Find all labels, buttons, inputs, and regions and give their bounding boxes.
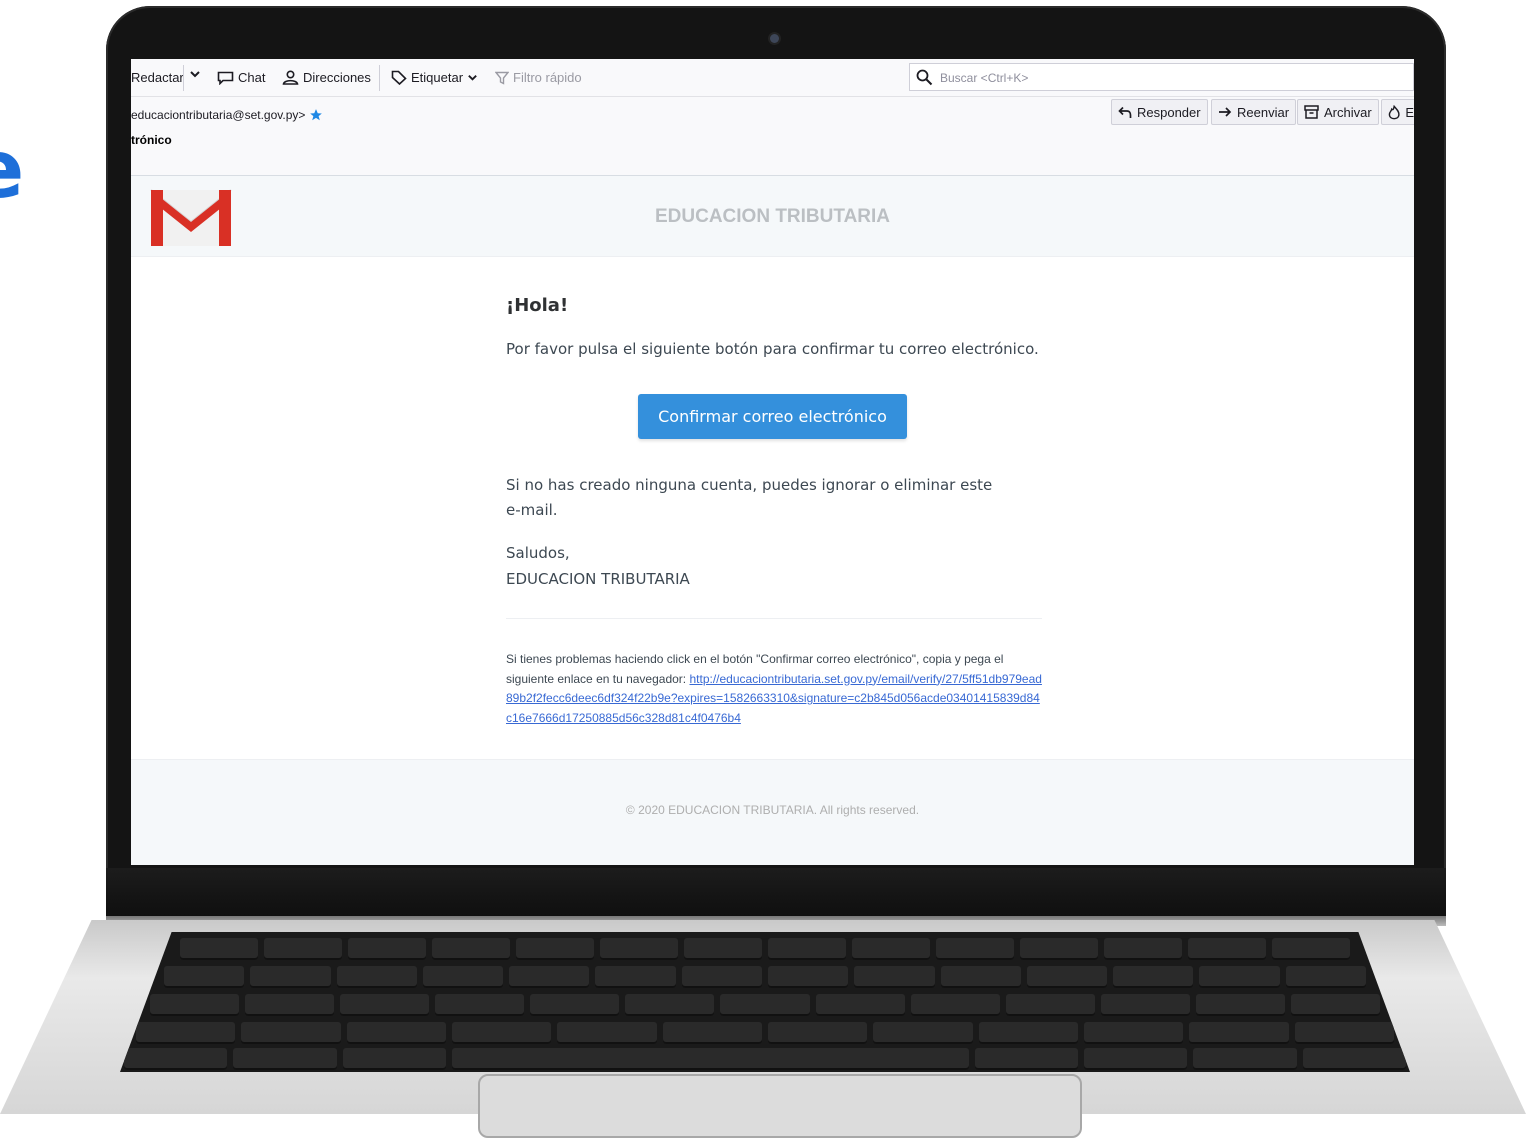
archive-label: Archivar (1324, 104, 1372, 120)
junk-button[interactable]: E (1381, 99, 1414, 125)
archive-button[interactable]: Archivar (1297, 99, 1379, 125)
search-placeholder: Buscar <Ctrl+K> (940, 71, 1029, 85)
laptop-screen: Redactar Chat Direcciones Etiquetar Filt… (131, 59, 1414, 865)
quick-filter-label: Filtro rápido (513, 70, 582, 85)
email-footer: © 2020 EDUCACION TRIBUTARIA. All rights … (131, 759, 1414, 865)
address-book-label: Direcciones (303, 70, 371, 85)
quick-filter-button[interactable]: Filtro rápido (495, 70, 582, 85)
message-subject: trónico (131, 133, 172, 147)
chat-button[interactable]: Chat (217, 70, 265, 85)
confirm-email-label: Confirmar correo electrónico (658, 407, 887, 426)
forward-label: Reenviar (1237, 104, 1290, 120)
intro-text: Por favor pulsa el siguiente botón para … (506, 340, 1039, 358)
compose-button[interactable]: Redactar (131, 70, 184, 85)
toolbar-separator (379, 65, 380, 91)
chat-icon (217, 71, 234, 85)
greeting: ¡Hola! (506, 295, 569, 316)
forward-button[interactable]: Reenviar (1211, 99, 1297, 125)
junk-label: E (1405, 104, 1414, 120)
star-icon[interactable] (309, 108, 323, 122)
mail-toolbar: Redactar Chat Direcciones Etiquetar Filt… (131, 59, 1414, 97)
sender-address: educaciontributaria@set.gov.py> (131, 108, 306, 122)
tag-label: Etiquetar (411, 70, 464, 85)
chat-label: Chat (238, 70, 266, 85)
forward-icon (1219, 107, 1232, 117)
compose-dropdown[interactable] (189, 68, 201, 80)
reply-label: Responder (1137, 104, 1201, 120)
compose-label: Redactar (131, 70, 184, 85)
sender[interactable]: educaciontributaria@set.gov.py> (131, 108, 323, 122)
keyboard (120, 932, 1410, 1072)
search-input[interactable]: Buscar <Ctrl+K> (909, 63, 1414, 91)
regards-text: Saludos, (506, 544, 570, 562)
chevron-down-icon (190, 71, 200, 78)
toolbar-separator (183, 65, 184, 91)
flame-icon (1388, 104, 1400, 119)
filter-icon (495, 71, 509, 85)
webcam (770, 34, 779, 43)
tag-button[interactable]: Etiquetar (391, 70, 478, 85)
cropped-letter: e (0, 130, 24, 210)
address-book-button[interactable]: Direcciones (282, 70, 371, 85)
reply-button[interactable]: Responder (1111, 99, 1208, 125)
tag-icon (391, 70, 407, 85)
reply-icon (1118, 106, 1132, 118)
ignore-note: Si no has creado ninguna cuenta, puedes … (506, 476, 993, 519)
chevron-down-icon (468, 75, 477, 81)
email-body: ¡Hola! Por favor pulsa el siguiente botó… (506, 295, 1042, 725)
subcopy: Si tienes problemas haciendo click en el… (506, 650, 1042, 728)
archive-icon (1304, 105, 1319, 119)
laptop-bezel-bottom (106, 868, 1446, 920)
search-icon (916, 69, 933, 86)
copyright-text: © 2020 EDUCACION TRIBUTARIA. All rights … (625, 803, 920, 817)
trackpad (478, 1074, 1082, 1138)
contacts-icon (282, 70, 299, 85)
message-header: educaciontributaria@set.gov.py> trónico … (131, 97, 1414, 176)
divider (506, 618, 1042, 619)
banner-title: EDUCACION TRIBUTARIA (654, 206, 891, 227)
email-banner: EDUCACION TRIBUTARIA (131, 176, 1414, 257)
confirm-email-button[interactable]: Confirmar correo electrónico (638, 394, 907, 439)
signature: EDUCACION TRIBUTARIA (506, 570, 690, 588)
